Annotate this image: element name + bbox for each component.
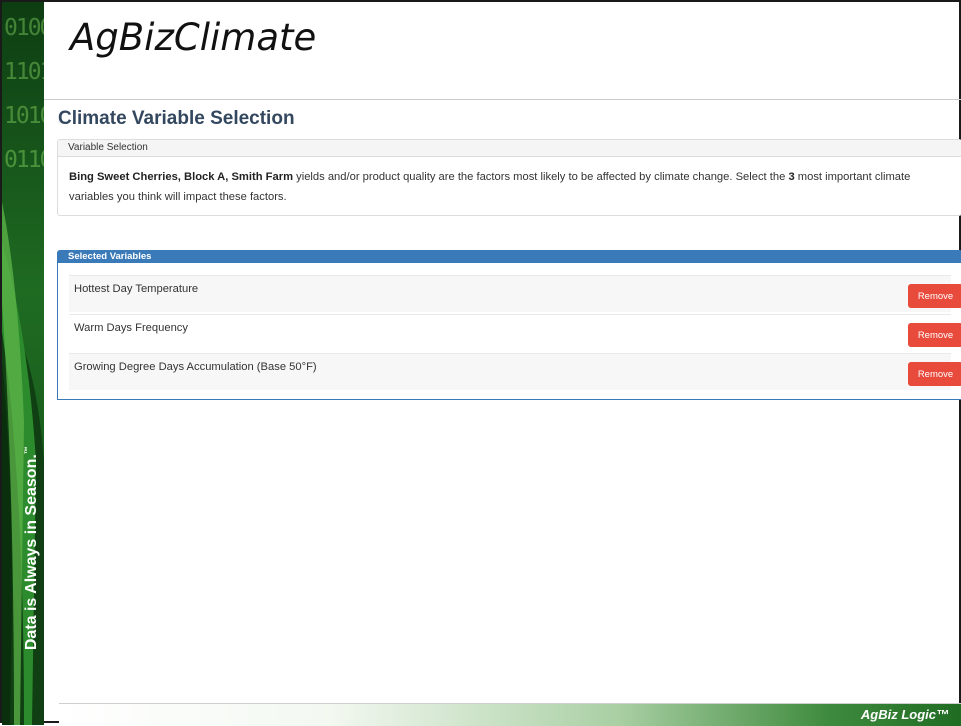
variable-selection-heading: Variable Selection — [58, 140, 961, 157]
list-item: Warm Days Frequency Remove — [69, 314, 961, 351]
trademark-mark: ™ — [22, 446, 32, 455]
slide-frame: 0100110110100110 Data is Always in Seaso… — [0, 0, 961, 726]
page-title: Climate Variable Selection — [58, 108, 295, 129]
variable-label: Warm Days Frequency — [74, 322, 188, 334]
brand-side-band: 0100110110100110 Data is Always in Seaso… — [2, 2, 44, 725]
selected-variables-panel: Selected Variables Hottest Day Temperatu… — [57, 250, 961, 400]
header-divider — [44, 99, 961, 100]
variable-selection-instructions: Bing Sweet Cherries, Block A, Smith Farm… — [69, 171, 911, 203]
variable-label: Hottest Day Temperature — [74, 283, 199, 295]
remove-button[interactable]: Remove — [908, 323, 961, 347]
remove-button[interactable]: Remove — [908, 284, 961, 308]
list-item: Hottest Day Temperature Remove — [69, 275, 961, 312]
footer-brand: AgBiz Logic™ — [860, 707, 949, 722]
app-title: AgBizClimate — [70, 16, 317, 59]
variable-selection-panel: Variable Selection Bing Sweet Cherries, … — [57, 139, 961, 216]
variable-label: Growing Degree Days Accumulation (Base 5… — [74, 361, 317, 373]
tagline: Data is Always in Season.™ — [22, 446, 41, 651]
crop-name: Bing Sweet Cherries, Block A, Smith Farm — [69, 171, 294, 183]
selected-variables-list: Hottest Day Temperature Remove Warm Days… — [69, 275, 961, 392]
remove-button[interactable]: Remove — [908, 362, 961, 386]
selected-variables-heading: Selected Variables — [58, 251, 961, 263]
list-item: Growing Degree Days Accumulation (Base 5… — [69, 353, 961, 390]
